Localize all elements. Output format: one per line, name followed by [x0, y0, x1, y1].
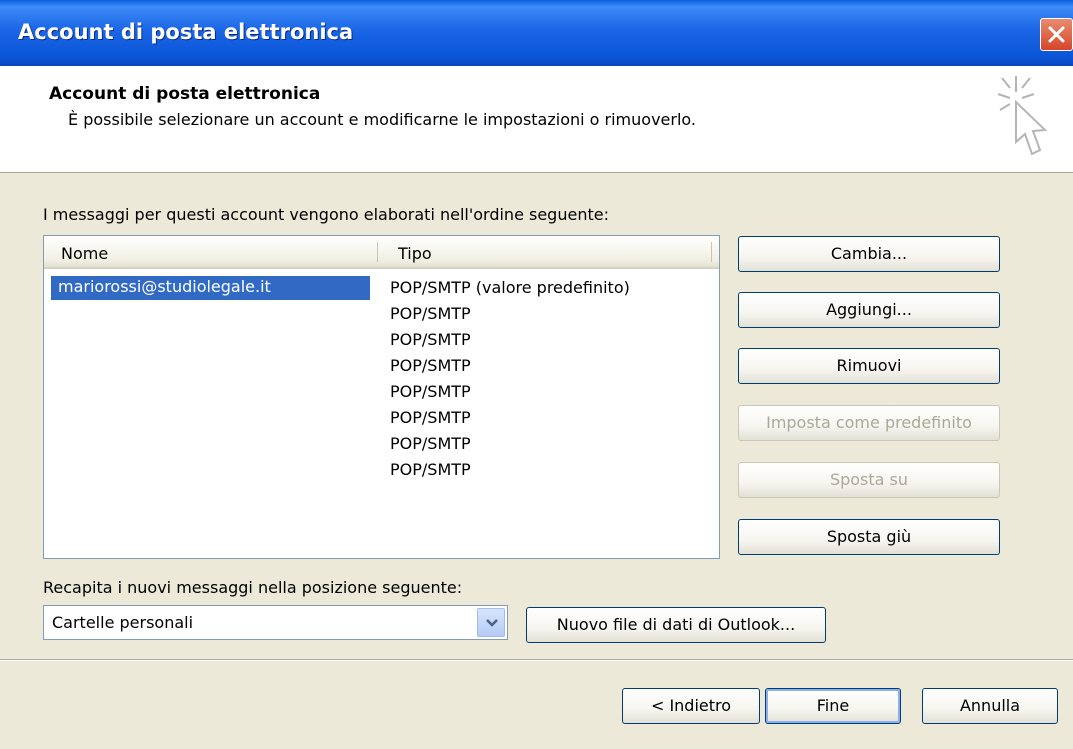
- account-type: POP/SMTP: [390, 330, 471, 349]
- account-type: POP/SMTP: [390, 460, 471, 479]
- dropdown-button[interactable]: [477, 608, 505, 637]
- move-up-button[interactable]: Sposta su: [738, 462, 1000, 498]
- change-button[interactable]: Cambia...: [738, 236, 1000, 272]
- wizard-cursor-icon: [997, 76, 1048, 156]
- add-button[interactable]: Aggiungi...: [738, 292, 1000, 328]
- column-divider[interactable]: [711, 242, 712, 262]
- account-type: POP/SMTP: [390, 304, 471, 323]
- header-title: Account di posta elettronica: [49, 84, 321, 104]
- footer-divider: [0, 659, 1073, 661]
- set-default-button[interactable]: Imposta come predefinito: [738, 405, 1000, 441]
- account-type: POP/SMTP: [390, 434, 471, 453]
- list-item-account-selected[interactable]: mariorossi@studiolegale.it: [51, 276, 370, 300]
- close-button[interactable]: [1040, 18, 1073, 51]
- column-header-type[interactable]: Tipo: [398, 244, 432, 263]
- column-divider[interactable]: [377, 242, 378, 262]
- remove-button[interactable]: Rimuovi: [738, 348, 1000, 384]
- account-name: mariorossi@studiolegale.it: [58, 277, 271, 296]
- accounts-list[interactable]: Nome Tipo mariorossi@studiolegale.it POP…: [43, 235, 720, 559]
- new-data-file-button[interactable]: Nuovo file di dati di Outlook...: [526, 607, 826, 643]
- chevron-down-icon: [486, 619, 498, 627]
- title-bar[interactable]: Account di posta elettronica: [0, 0, 1073, 66]
- list-header: Nome Tipo: [44, 236, 719, 269]
- delivery-location-label: Recapita i nuovi messaggi nella posizion…: [43, 578, 463, 597]
- account-type: POP/SMTP (valore predefinito): [390, 278, 630, 297]
- back-button[interactable]: < Indietro: [622, 688, 760, 724]
- account-type: POP/SMTP: [390, 356, 471, 375]
- cancel-button[interactable]: Annulla: [922, 688, 1058, 724]
- delivery-location-value: Cartelle personali: [52, 613, 194, 632]
- finish-button[interactable]: Fine: [765, 688, 901, 724]
- move-down-button[interactable]: Sposta giù: [738, 519, 1000, 555]
- delivery-location-select[interactable]: Cartelle personali: [43, 605, 508, 640]
- column-header-name[interactable]: Nome: [61, 244, 108, 263]
- window-title: Account di posta elettronica: [18, 20, 354, 44]
- account-type: POP/SMTP: [390, 382, 471, 401]
- email-accounts-dialog: Account di posta elettronica Account di …: [0, 0, 1073, 749]
- account-type: POP/SMTP: [390, 408, 471, 427]
- accounts-intro-label: I messaggi per questi account vengono el…: [43, 205, 609, 224]
- close-icon: [1048, 26, 1065, 43]
- header-subtitle: È possibile selezionare un account e mod…: [68, 110, 696, 129]
